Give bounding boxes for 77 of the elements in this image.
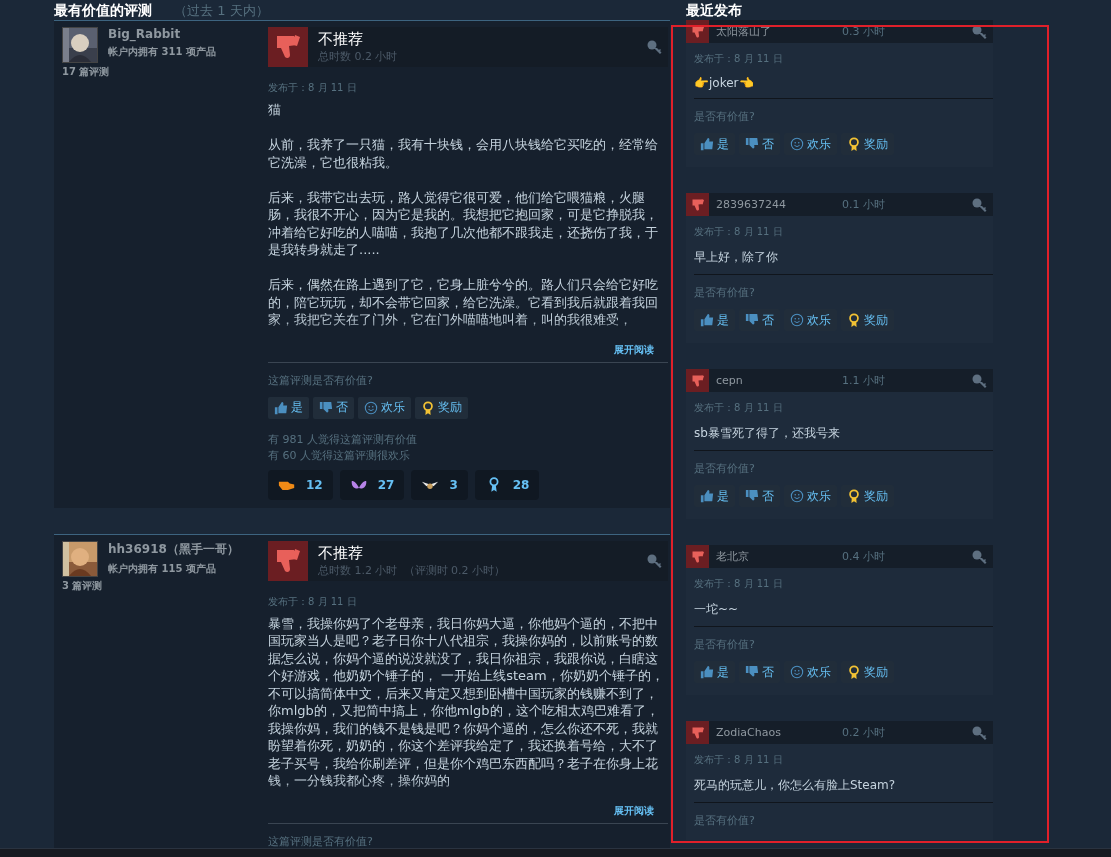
yes-button[interactable]: 是 [268,396,309,419]
helpful-count: 有 60 人觉得这篇评测很欢乐 [268,447,411,464]
award-button[interactable]: 奖励 [415,396,468,419]
thumbs-up-icon [274,400,288,415]
review-text: 从前，我养了一只猫，我有十块钱，会用八块钱给它买吃的，经常给它洗澡，它也很粘我。 [268,136,659,171]
thumbs-up-icon [700,665,714,679]
section-title: 最有价值的评测 [54,2,152,20]
review-count[interactable]: 3 篇评测 [62,578,268,593]
author-name[interactable]: 2839637244 [716,198,842,211]
posted-date: 发布于：8 月 11 日 [268,81,358,95]
author-name[interactable]: hh36918（黑手一哥） [108,540,239,558]
review-text: 猫 [268,101,282,119]
key-icon [646,39,662,55]
expand-link[interactable]: 展开阅读 [614,803,654,818]
hours-played: 1.1 小时 [842,373,886,388]
expand-link[interactable]: 展开阅读 [614,342,654,357]
products-count[interactable]: 帐户内拥有 311 项产品 [108,45,216,59]
author-name[interactable]: ZodiaChaos [716,726,842,739]
review-text: 早上好，除了你 [694,249,779,266]
author-name[interactable]: 老北京 [716,549,842,564]
ribbon-medal-icon [847,665,861,679]
award-badge[interactable]: 27 [339,469,405,500]
key-icon [646,552,662,569]
helpful-question: 是否有价值? [694,285,756,300]
award-badge[interactable]: 28 [474,469,540,500]
review-text: 后来，我带它出去玩，路人觉得它很可爱，他们给它喂猫粮，火腿肠，我很不开心，因为它是我的。我想把它抱回家，可是它挣脱我，冲着给它好吃的人喵喵，我抱了几次他都不跟我走，还挠伤了我，于是我转身就走了..... [268,188,659,259]
smiley-icon [364,400,378,415]
thumbs-down-icon [745,313,759,327]
section-title: 最近发布 [686,2,742,20]
thumbs-up-icon [700,313,714,327]
helpful-count: 有 981 人觉得这篇评测有价值 [268,431,418,448]
funny-button[interactable]: 欢乐 [358,396,411,419]
key-icon [971,724,987,741]
helpful-question: 是否有价值? [694,461,756,476]
smiley-icon [790,665,804,679]
verdict-title: 不推荐 [318,30,364,49]
author-name[interactable]: cepn [716,374,842,387]
smiley-icon [790,489,804,503]
helpful-question: 这篇评测是否有价值? [268,372,374,388]
hours-played: 0.4 小时 [842,549,886,564]
helpful-question: 这篇评测是否有价值? [268,833,374,848]
posted-date: 发布于：8 月 11 日 [268,594,358,609]
section-period: （过去 1 天内） [174,2,269,20]
hours-played: 0.1 小时 [842,197,886,212]
review-text: 👉joker👈 [694,76,755,90]
ribbon-medal-icon [847,489,861,503]
thumbs-down-icon [745,665,759,679]
review-text: 死马的玩意儿，你怎么有脸上Steam? [694,777,897,794]
smiley-icon [790,313,804,327]
author-name[interactable]: Big_Rabbit [108,27,216,41]
thumbs-up-icon [700,137,714,151]
key-icon [971,196,987,213]
products-count[interactable]: 帐户内拥有 115 项产品 [108,561,239,576]
award-badge[interactable]: 3 [411,469,468,500]
no-button[interactable]: 否 [313,396,354,419]
review-count[interactable]: 17 篇评测 [62,65,268,79]
smiley-icon [790,137,804,151]
thumbs-down-icon [745,489,759,503]
ribbon-medal-icon [847,137,861,151]
review-text: 一坨~~ [694,601,740,618]
ribbon-medal-icon [421,400,435,415]
thumbs-up-icon [700,489,714,503]
hours-played: 0.2 小时 [842,725,886,740]
helpful-question: 是否有价值? [694,813,756,828]
review-text: 后来，偶然在路上遇到了它，它身上脏兮兮的。路人们只会给它好吃的，陪它玩玩，却不会带它回家，给它洗澡。它看到我后就跟着我回家，我把它关在了门外，它在门外喵喵地叫着，叫的我很难受， [268,276,659,329]
thumbs-down-icon [319,400,333,415]
ribbon-medal-icon [847,313,861,327]
review-text: 暴雪，我操你妈了个老母亲，我日你妈大逼，你他妈个逼的，不把中国玩家当人是吧？老子日你十八代祖宗，我操你妈的，以前账号的数据怎么说，你妈个逼的说没就没了，我日你祖宗，我跟你说，白瞎这个好游戏，他奶奶个锤子的， 一开始上线steam，你奶奶个锤子的，不可以搞简体中文，后来又肯定又想到卧槽中国玩家的钱赚不到了，你mlgb的，又把简中搞上，你他mlgb的，这个吃相太鸡巴难看了，我操你妈，我们的钱不是钱是吧？你妈个逼的，怎么你还不死，我就盼望着你死，奶奶的，你这个差评我给定了，我还换着号给，大不了老子买号，我给你刷差评，但是你个鸡巴东西配吗？老子在你身上花钱，一分钱我都心疼，操你妈的 [268,614,665,790]
key-icon [971,372,987,389]
helpful-question: 是否有价值? [694,637,756,652]
author-name[interactable]: 太阳落山了 [716,24,842,39]
key-icon [971,548,987,565]
thumbs-down-icon [745,137,759,151]
helpful-question: 是否有价值? [694,109,756,124]
award-badge[interactable]: 12 [268,469,333,500]
review-text: sb暴雪死了得了，还我号来 [694,425,841,442]
verdict-title: 不推荐 [318,543,364,563]
